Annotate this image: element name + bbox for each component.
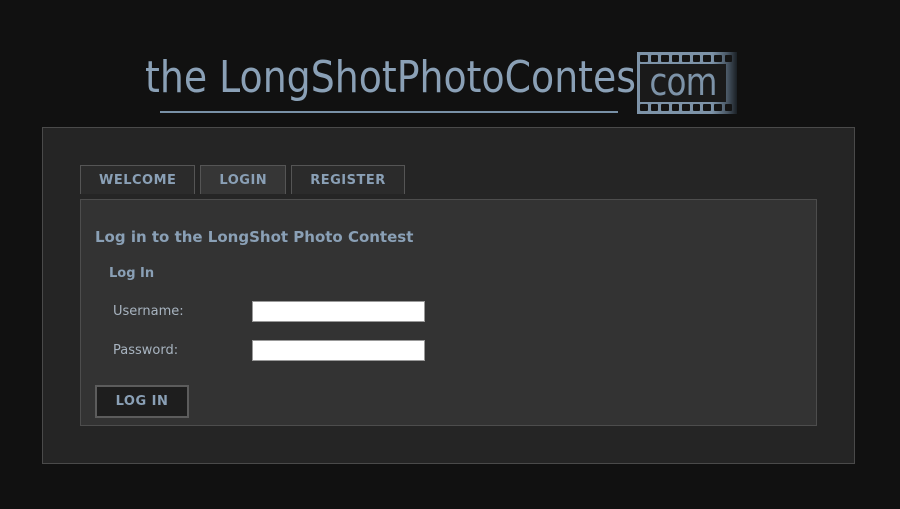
password-label: Password: (113, 343, 179, 358)
logo-underline (160, 111, 618, 113)
main-panel: WELCOME LOGIN REGISTER Log in to the Lon… (42, 127, 855, 464)
tab-login[interactable]: LOGIN (200, 165, 287, 194)
tab-register[interactable]: REGISTER (291, 165, 405, 194)
tab-welcome[interactable]: WELCOME (80, 165, 196, 194)
film-perforations-bottom (640, 104, 733, 111)
section-title: Log In (109, 266, 155, 281)
username-label: Username: (113, 304, 184, 319)
tab-bar: WELCOME LOGIN REGISTER (80, 165, 405, 194)
site-logo[interactable]: the LongShotPhotoContest com (145, 50, 745, 120)
username-input[interactable] (252, 301, 425, 322)
login-button[interactable]: LOG IN (95, 385, 189, 418)
password-input[interactable] (252, 340, 425, 361)
login-form-panel: Log in to the LongShot Photo Contest Log… (80, 199, 817, 426)
film-strip-logo: com (637, 52, 737, 114)
page-title: Log in to the LongShot Photo Contest (95, 228, 414, 246)
logo-suffix: com (640, 63, 726, 102)
logo-text: the LongShotPhotoContest (145, 52, 651, 103)
